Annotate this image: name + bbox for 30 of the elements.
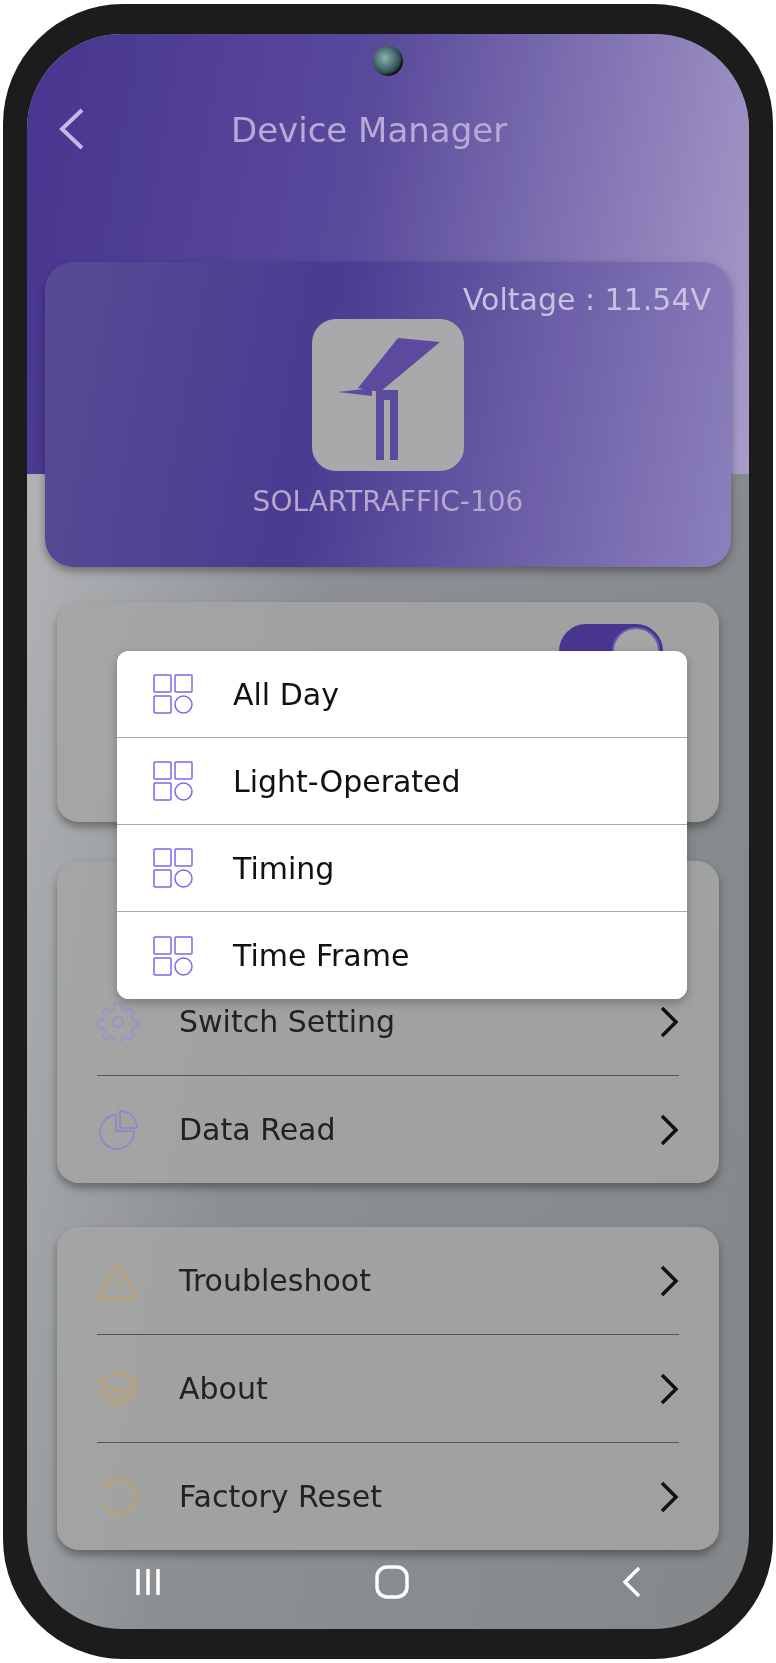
menu-option[interactable]: Timing bbox=[117, 825, 687, 912]
chevron-right-icon bbox=[659, 1112, 679, 1147]
pie-chart-icon bbox=[97, 1108, 139, 1151]
row-label: Switch Setting bbox=[179, 1004, 396, 1039]
menu-row[interactable]: Data Read bbox=[179, 1112, 679, 1147]
page-title: Device Manager bbox=[231, 110, 508, 150]
chevron-right-icon bbox=[659, 1371, 679, 1406]
shapes-icon bbox=[153, 848, 193, 888]
gear-icon bbox=[97, 1000, 139, 1043]
warning-icon bbox=[97, 1259, 139, 1302]
shapes-icon bbox=[153, 761, 193, 801]
row-label: About bbox=[179, 1371, 268, 1406]
row-label: Factory Reset bbox=[179, 1479, 382, 1514]
row-label: Troubleshoot bbox=[179, 1263, 371, 1298]
voltage-reading: Voltage : 11.54V bbox=[462, 282, 711, 317]
street-lamp-icon bbox=[312, 319, 464, 471]
menu-option[interactable]: All Day bbox=[117, 651, 687, 738]
menu-option[interactable]: Time Frame bbox=[117, 912, 687, 999]
shapes-icon bbox=[153, 674, 193, 714]
shapes-icon bbox=[153, 935, 193, 976]
chevron-right-icon bbox=[659, 1479, 679, 1514]
row-label: Data Read bbox=[179, 1112, 336, 1147]
menu-row[interactable]: Switch Setting bbox=[179, 1004, 679, 1039]
menu-row[interactable]: Troubleshoot bbox=[179, 1263, 679, 1298]
device-name: SOLARTRAFFIC-106 bbox=[252, 485, 524, 518]
menu-option[interactable]: Light-Operated bbox=[117, 738, 687, 825]
chevron-right-icon bbox=[659, 1004, 679, 1039]
chevron-right-icon bbox=[659, 1263, 679, 1298]
menu-row[interactable]: About bbox=[179, 1371, 679, 1406]
menu-row[interactable]: Factory Reset bbox=[179, 1479, 679, 1514]
